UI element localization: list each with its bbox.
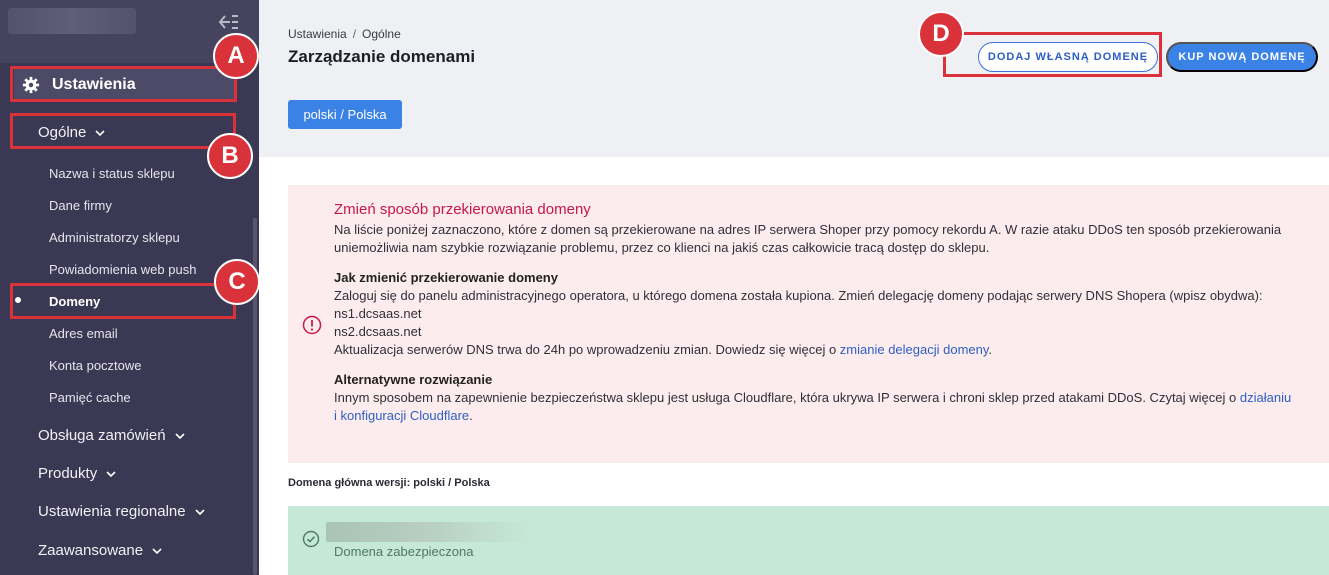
store-name-blurred [8,8,136,34]
nameserver-1: ns1.dcsaas.net [334,306,422,321]
domain-status: Domena zabezpieczona [334,544,474,559]
breadcrumb-item-general[interactable]: Ogólne [362,27,401,41]
callout-badge-c: C [214,259,260,305]
sidebar-group-regional[interactable]: Ustawienia regionalne [38,503,206,520]
alt-text: Innym sposobem na zapewnienie bezpieczeń… [334,390,1240,405]
language-button[interactable]: polski / Polska [288,100,402,129]
sidebar-group-label: Ustawienia regionalne [38,503,186,520]
buy-new-domain-button[interactable]: KUP NOWĄ DOMENĘ [1166,42,1318,72]
sidebar-item-email-address[interactable]: Adres email [49,326,118,341]
breadcrumb-item-settings[interactable]: Ustawienia [288,27,347,41]
callout-badge-b: B [207,133,253,179]
sidebar-item-administrators[interactable]: Administratorzy sklepu [49,230,180,245]
alert-how-heading: Jak zmienić przekierowanie domeny [334,270,558,285]
alt-end: . [469,408,473,423]
alert-alt-heading: Alternatywne rozwiązanie [334,372,493,387]
page-header: Ustawienia / Ogólne Zarządzanie domenami p… [259,0,1329,157]
redirect-warning-alert: Zmień sposób przekierowania domeny Na li… [288,185,1329,463]
sidebar-item-web-push[interactable]: Powiadomienia web push [49,262,196,277]
alert-title: Zmień sposób przekierowania domeny [334,201,591,218]
sidebar-group-label: Zaawansowane [38,542,144,559]
sidebar-group-advanced[interactable]: Zaawansowane [38,542,163,559]
breadcrumb-separator: / [352,27,357,41]
highlight-domains [10,283,236,319]
sidebar-group-products[interactable]: Produkty [38,465,117,482]
page-title: Zarządzanie domenami [288,47,476,66]
nameserver-2: ns2.dcsaas.net [334,324,422,339]
chevron-down-icon [152,547,162,554]
breadcrumb: Ustawienia / Ogólne [288,27,401,41]
chevron-down-icon [175,432,185,439]
chevron-down-icon [195,508,205,515]
alert-update-text: Aktualizacja serwerów DNS trwa do 24h po… [334,341,1294,359]
chevron-down-icon [106,470,116,477]
callout-badge-a: A [213,33,259,79]
delegation-link[interactable]: zmianie delegacji domeny [840,342,989,357]
domain-name-blurred [326,522,531,542]
update-text: Aktualizacja serwerów DNS trwa do 24h po… [334,342,840,357]
alert-how-text: Zaloguj się do panelu administracyjnego … [334,288,1263,303]
main-domain-label: Domena główna wersji: polski / Polska [288,477,490,489]
callout-badge-d: D [918,11,964,57]
sidebar-item-store-name[interactable]: Nazwa i status sklepu [49,166,175,181]
alert-intro: Na liście poniżej zaznaczono, które z do… [334,222,1282,255]
update-end: . [988,342,993,357]
sidebar-group-orders[interactable]: Obsługa zamówień [38,427,186,444]
sidebar-group-label: Obsługa zamówień [38,427,166,444]
alert-body: Zmień sposób przekierowania domeny Na li… [334,201,1294,425]
alert-alt-text: Innym sposobem na zapewnienie bezpieczeń… [334,389,1294,425]
check-circle-icon [302,530,320,548]
sidebar-item-cache[interactable]: Pamięć cache [49,390,131,405]
highlight-general [10,113,236,149]
sidebar-group-label: Produkty [38,465,98,482]
collapse-left-icon[interactable] [216,12,240,32]
highlight-add-domain [943,32,1162,77]
sidebar-item-mail-accounts[interactable]: Konta pocztowe [49,358,142,373]
highlight-settings [10,66,237,102]
sidebar-item-company-data[interactable]: Dane firmy [49,198,112,213]
warning-circle-icon [302,315,322,335]
domain-card[interactable]: Domena zabezpieczona [288,506,1329,575]
main-content: Zmień sposób przekierowania domeny Na li… [259,157,1329,575]
